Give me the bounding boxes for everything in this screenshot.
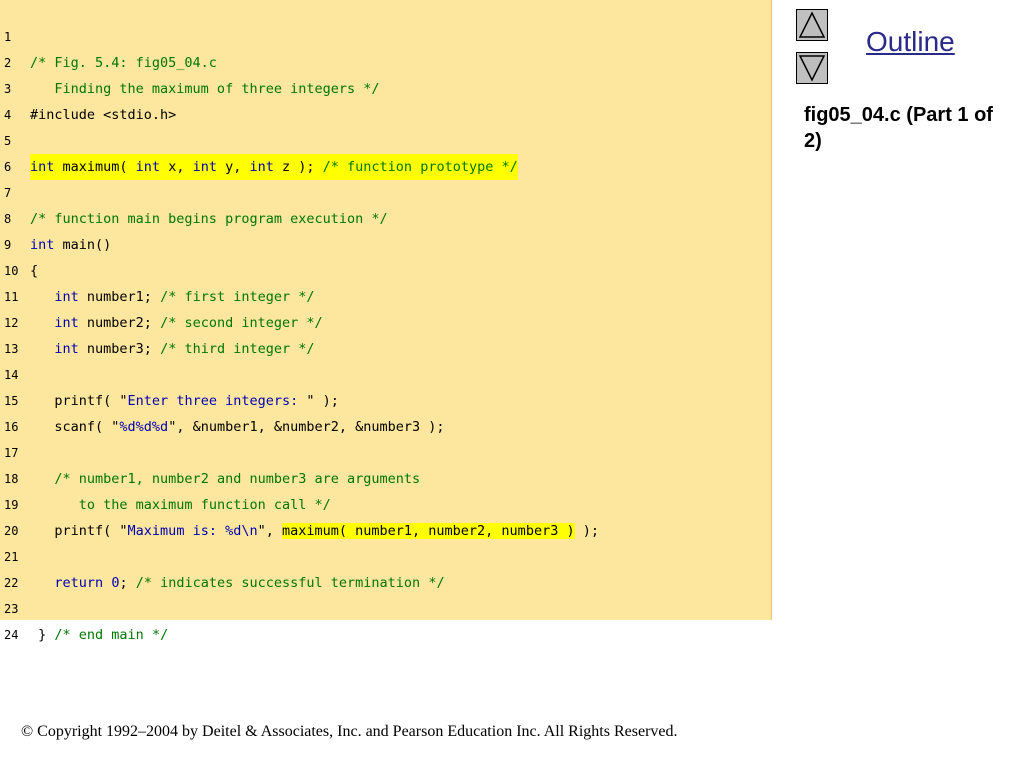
code-text: return 0; /* indicates successful termin…: [30, 570, 445, 596]
string-literal: %d%d%d: [119, 419, 169, 435]
highlighted-function-call: maximum( number1, number2, number3 ): [281, 523, 575, 539]
comment-text: to the maximum function call */: [54, 497, 331, 513]
code-text: #include <stdio.h>: [30, 102, 176, 128]
code-line-7: 7 /* function main begins program execut…: [0, 154, 388, 227]
next-slide-button[interactable]: [796, 52, 828, 84]
code-text: ;: [119, 575, 136, 591]
code-comment: /* function main begins program executio…: [30, 211, 388, 227]
code-line-6: 6: [0, 128, 33, 174]
code-line-21: 21 return 0; /* indicates successful ter…: [0, 518, 445, 591]
code-text: z );: [273, 159, 323, 175]
code-line-22: 22: [0, 544, 33, 590]
line-number: 24: [4, 628, 19, 642]
code-comment: /* third integer */: [160, 341, 315, 357]
code-line-8: 8 int main(): [0, 180, 111, 253]
code-line-12: 12 int number3; /* third integer */: [0, 284, 315, 357]
code-text: scanf( ": [54, 419, 120, 435]
code-text: number1;: [78, 289, 161, 305]
code-line-11: 11 int number2; /* second integer */: [0, 258, 323, 331]
code-comment: to the maximum function call */: [30, 492, 331, 518]
code-text: maximum(: [54, 159, 136, 175]
code-line-24: 24: [0, 596, 33, 642]
keyword: int: [54, 315, 79, 331]
code-text: x,: [160, 159, 193, 175]
code-comment: /* end main */: [54, 627, 169, 643]
code-text: int main(): [30, 232, 111, 258]
triangle-down-icon: [798, 55, 826, 82]
keyword: int: [54, 341, 79, 357]
preprocessor-directive: #include: [30, 107, 96, 123]
code-comment: /* first integer */: [160, 289, 315, 305]
code-comment: /* second integer */: [160, 315, 323, 331]
code-text: " );: [306, 393, 339, 409]
code-line-15: 15 scanf( "%d%d%d", &number1, &number2, …: [0, 362, 445, 435]
code-text: scanf( "%d%d%d", &number1, &number2, &nu…: [30, 414, 445, 440]
code-text: number2;: [78, 315, 161, 331]
keyword: int: [30, 159, 55, 175]
comment-text: /* number1, number2 and number3 are argu…: [54, 471, 421, 487]
code-line-2: 2 Finding the maximum of three integers …: [0, 24, 380, 97]
code-text: printf( "Maximum is: %d\n", maximum( num…: [30, 518, 599, 544]
code-text: int number3; /* third integer */: [30, 336, 315, 362]
code-text: );: [574, 523, 599, 539]
keyword: int: [54, 289, 79, 305]
code-line-19: 19 printf( "Maximum is: %d\n", maximum( …: [0, 466, 599, 539]
code-comment: /* Fig. 5.4: fig05_04.c: [30, 55, 217, 71]
outline-link[interactable]: Outline: [866, 26, 955, 58]
keyword: int: [30, 237, 55, 253]
code-line-5: 5 int maximum( int x, int y, int z ); /*…: [0, 102, 518, 180]
code-listing-panel: 1 /* Fig. 5.4: fig05_04.c 2 Finding the …: [0, 0, 772, 643]
highlighted-prototype: int maximum( int x, int y, int z ); /* f…: [30, 154, 518, 180]
code-line-16: 16: [0, 388, 33, 434]
code-text: } /* end main */: [30, 622, 168, 648]
keyword: int: [249, 159, 274, 175]
code-text: printf( ": [54, 393, 128, 409]
previous-slide-button[interactable]: [796, 9, 828, 41]
code-line-1: 1 /* Fig. 5.4: fig05_04.c: [0, 0, 217, 71]
code-line-14: 14 printf( "Enter three integers: " );: [0, 336, 339, 409]
code-comment: /* function prototype */: [322, 159, 518, 175]
code-line-18: 18 to the maximum function call */: [0, 440, 331, 513]
code-line-23: 23 } /* end main */: [0, 570, 168, 643]
code-line-4: 4: [0, 76, 33, 122]
code-text: int number1; /* first integer */: [30, 284, 315, 310]
code-text: }: [38, 627, 55, 643]
copyright-notice: © Copyright 1992–2004 by Deitel & Associ…: [21, 723, 678, 740]
code-line-9: 9 {: [0, 206, 38, 279]
code-comment: Finding the maximum of three integers */: [30, 81, 380, 97]
code-comment: /* indicates successful termination */: [135, 575, 445, 591]
keyword: int: [135, 159, 161, 175]
code-text: number3;: [78, 341, 161, 357]
code-comment: /* number1, number2 and number3 are argu…: [30, 466, 420, 492]
code-text: printf( ": [54, 523, 128, 539]
code-line-20: 20: [0, 492, 33, 538]
code-text: ", &number1, &number2, &number3 );: [168, 419, 445, 435]
figure-label: fig05_04.c (Part 1 of 2): [804, 104, 993, 152]
keyword: int: [192, 159, 217, 175]
triangle-up-icon: [798, 11, 826, 38]
code-line-13: 13: [0, 310, 33, 356]
code-text: printf( "Enter three integers: " );: [30, 388, 339, 414]
code-text: main(): [54, 237, 112, 253]
panel-edge: [771, 0, 772, 620]
code-text: int number2; /* second integer */: [30, 310, 323, 336]
code-line-17: 17 /* number1, number2 and number3 are a…: [0, 414, 420, 487]
code-text: ",: [257, 523, 282, 539]
keyword: return: [54, 575, 104, 591]
code-line-3: 3 #include <stdio.h>: [0, 50, 176, 123]
code-line-10: 10 int number1; /* first integer */: [0, 232, 315, 305]
header-name: <stdio.h>: [95, 107, 177, 123]
string-literal: Enter three integers:: [127, 393, 307, 409]
code-text: y,: [216, 159, 250, 175]
string-literal: Maximum is: %d\n: [127, 523, 258, 539]
